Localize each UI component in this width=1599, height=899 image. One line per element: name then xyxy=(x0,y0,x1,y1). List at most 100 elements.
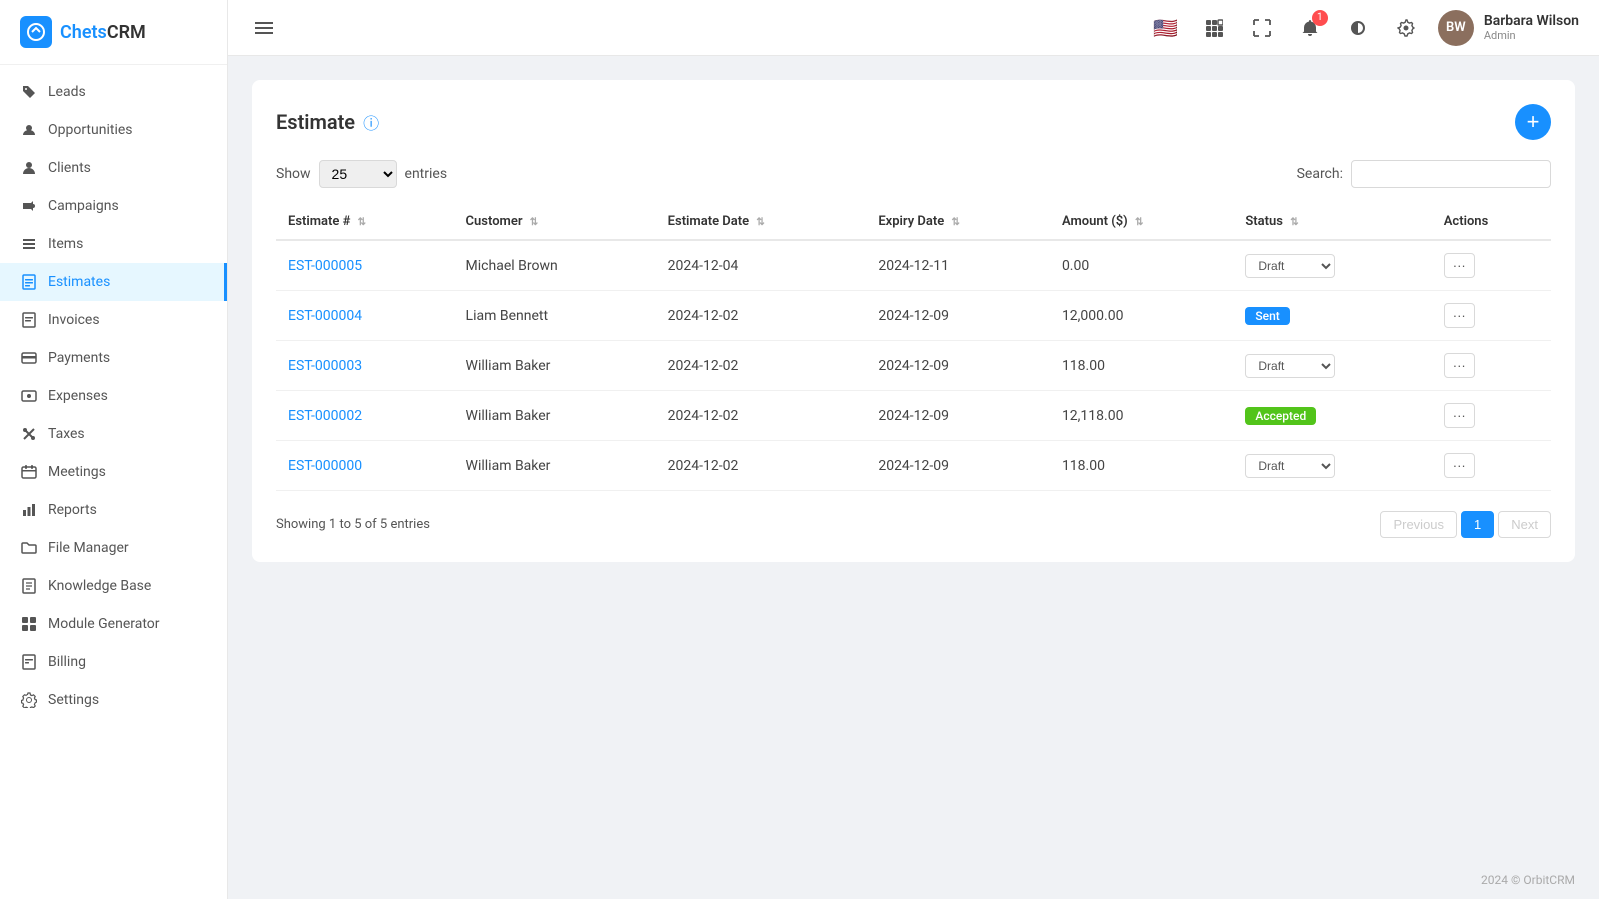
customer-cell: William Baker xyxy=(454,441,656,491)
actions-cell: ··· xyxy=(1432,341,1551,391)
sidebar-item-meetings[interactable]: Meetings xyxy=(0,453,227,491)
page-1-button[interactable]: 1 xyxy=(1461,511,1494,538)
status-cell: Sent xyxy=(1233,291,1431,341)
hamburger-menu-button[interactable] xyxy=(248,12,280,44)
page-title-row: Estimate ⓘ xyxy=(276,110,379,134)
table-row: EST-000003William Baker2024-12-022024-12… xyxy=(276,341,1551,391)
previous-button[interactable]: Previous xyxy=(1380,511,1457,538)
action-menu-button[interactable]: ··· xyxy=(1444,353,1475,378)
table-row: EST-000000William Baker2024-12-022024-12… xyxy=(276,441,1551,491)
estimates-card: Estimate ⓘ + Show 10 25 50 100 entries xyxy=(252,80,1575,562)
col-customer[interactable]: Customer ⇅ xyxy=(454,204,656,240)
col-status[interactable]: Status ⇅ xyxy=(1233,204,1431,240)
status-badge-accepted: Accepted xyxy=(1245,407,1316,425)
logo[interactable]: ChetsCRM xyxy=(0,0,227,65)
tax-icon xyxy=(20,425,38,443)
fullscreen-button[interactable] xyxy=(1246,12,1278,44)
actions-cell: ··· xyxy=(1432,441,1551,491)
col-estimate-date[interactable]: Estimate Date ⇅ xyxy=(656,204,867,240)
action-menu-button[interactable]: ··· xyxy=(1444,253,1475,278)
header-left xyxy=(248,12,280,44)
sidebar-item-items[interactable]: Items xyxy=(0,225,227,263)
campaign-icon xyxy=(20,197,38,215)
sort-icon: ⇅ xyxy=(951,217,959,228)
estimate-link[interactable]: EST-000003 xyxy=(288,358,362,374)
main-area: 🇺🇸 1 BW Barbara Wilson Admin xyxy=(228,0,1599,899)
amount-cell: 118.00 xyxy=(1050,341,1233,391)
action-menu-button[interactable]: ··· xyxy=(1444,453,1475,478)
content-area: Estimate ⓘ + Show 10 25 50 100 entries xyxy=(228,56,1599,861)
sidebar-item-clients[interactable]: Clients xyxy=(0,149,227,187)
meeting-icon xyxy=(20,463,38,481)
col-amount[interactable]: Amount ($) ⇅ xyxy=(1050,204,1233,240)
status-cell: Accepted xyxy=(1233,391,1431,441)
table-controls: Show 10 25 50 100 entries Search: xyxy=(276,160,1551,188)
sidebar-item-module-generator[interactable]: Module Generator xyxy=(0,605,227,643)
invoice-icon xyxy=(20,311,38,329)
amount-cell: 118.00 xyxy=(1050,441,1233,491)
status-draft-select[interactable]: DraftSentAcceptedDeclined xyxy=(1245,354,1335,378)
table-row: EST-000002William Baker2024-12-022024-12… xyxy=(276,391,1551,441)
sidebar-nav: Leads Opportunities Clients Campaigns It xyxy=(0,65,227,899)
settings-button[interactable] xyxy=(1390,12,1422,44)
sidebar-item-campaigns[interactable]: Campaigns xyxy=(0,187,227,225)
sort-icon: ⇅ xyxy=(756,217,764,228)
actions-cell: ··· xyxy=(1432,291,1551,341)
estimate-icon xyxy=(20,273,38,291)
expense-icon xyxy=(20,387,38,405)
status-cell: DraftSentAcceptedDeclined xyxy=(1233,441,1431,491)
estimate-link[interactable]: EST-000002 xyxy=(288,408,362,424)
person-icon xyxy=(20,159,38,177)
language-selector[interactable]: 🇺🇸 xyxy=(1150,12,1182,44)
apps-button[interactable] xyxy=(1198,12,1230,44)
sidebar-item-billing[interactable]: Billing xyxy=(0,643,227,681)
action-menu-button[interactable]: ··· xyxy=(1444,303,1475,328)
sidebar-item-invoices[interactable]: Invoices xyxy=(0,301,227,339)
sidebar-item-leads[interactable]: Leads xyxy=(0,73,227,111)
pagination-buttons: Previous 1 Next xyxy=(1380,511,1551,538)
col-estimate-num[interactable]: Estimate # ⇅ xyxy=(276,204,454,240)
search-label: Search: xyxy=(1297,166,1343,182)
list-icon xyxy=(20,235,38,253)
customer-cell: William Baker xyxy=(454,391,656,441)
sidebar-item-opportunities[interactable]: Opportunities xyxy=(0,111,227,149)
estimate-num-cell: EST-000004 xyxy=(276,291,454,341)
estimate-link[interactable]: EST-000000 xyxy=(288,458,362,474)
col-expiry-date[interactable]: Expiry Date ⇅ xyxy=(866,204,1050,240)
estimate-num-cell: EST-000003 xyxy=(276,341,454,391)
notifications-button[interactable]: 1 xyxy=(1294,12,1326,44)
sidebar-item-taxes[interactable]: Taxes xyxy=(0,415,227,453)
info-icon[interactable]: ⓘ xyxy=(363,110,379,134)
folder-icon xyxy=(20,539,38,557)
user-profile[interactable]: BW Barbara Wilson Admin xyxy=(1438,10,1579,46)
opportunity-icon xyxy=(20,121,38,139)
table-row: EST-000004Liam Bennett2024-12-022024-12-… xyxy=(276,291,1551,341)
estimate-link[interactable]: EST-000004 xyxy=(288,308,362,324)
sidebar-item-file-manager[interactable]: File Manager xyxy=(0,529,227,567)
add-estimate-button[interactable]: + xyxy=(1515,104,1551,140)
dark-mode-button[interactable] xyxy=(1342,12,1374,44)
logo-icon xyxy=(20,16,52,48)
status-draft-select[interactable]: DraftSentAcceptedDeclined xyxy=(1245,454,1335,478)
sidebar-item-knowledge-base[interactable]: Knowledge Base xyxy=(0,567,227,605)
sidebar-item-estimates[interactable]: Estimates xyxy=(0,263,227,301)
sidebar-item-expenses[interactable]: Expenses xyxy=(0,377,227,415)
expiry-date-cell: 2024-12-09 xyxy=(866,291,1050,341)
sidebar-item-reports[interactable]: Reports xyxy=(0,491,227,529)
next-button[interactable]: Next xyxy=(1498,511,1551,538)
status-draft-select[interactable]: DraftSentAcceptedDeclined xyxy=(1245,254,1335,278)
page-header: Estimate ⓘ + xyxy=(276,104,1551,140)
entries-select[interactable]: 10 25 50 100 xyxy=(319,160,397,188)
show-entries-control: Show 10 25 50 100 entries xyxy=(276,160,447,188)
estimate-link[interactable]: EST-000005 xyxy=(288,258,362,274)
billing-icon xyxy=(20,653,38,671)
estimate-date-cell: 2024-12-04 xyxy=(656,240,867,291)
header: 🇺🇸 1 BW Barbara Wilson Admin xyxy=(228,0,1599,56)
action-menu-button[interactable]: ··· xyxy=(1444,403,1475,428)
sidebar-item-settings[interactable]: Settings xyxy=(0,681,227,719)
estimates-table: Estimate # ⇅ Customer ⇅ Estimate Date ⇅ … xyxy=(276,204,1551,491)
search-input[interactable] xyxy=(1351,160,1551,188)
sidebar-item-payments[interactable]: Payments xyxy=(0,339,227,377)
footer: 2024 © OrbitCRM xyxy=(228,861,1599,899)
expiry-date-cell: 2024-12-09 xyxy=(866,391,1050,441)
